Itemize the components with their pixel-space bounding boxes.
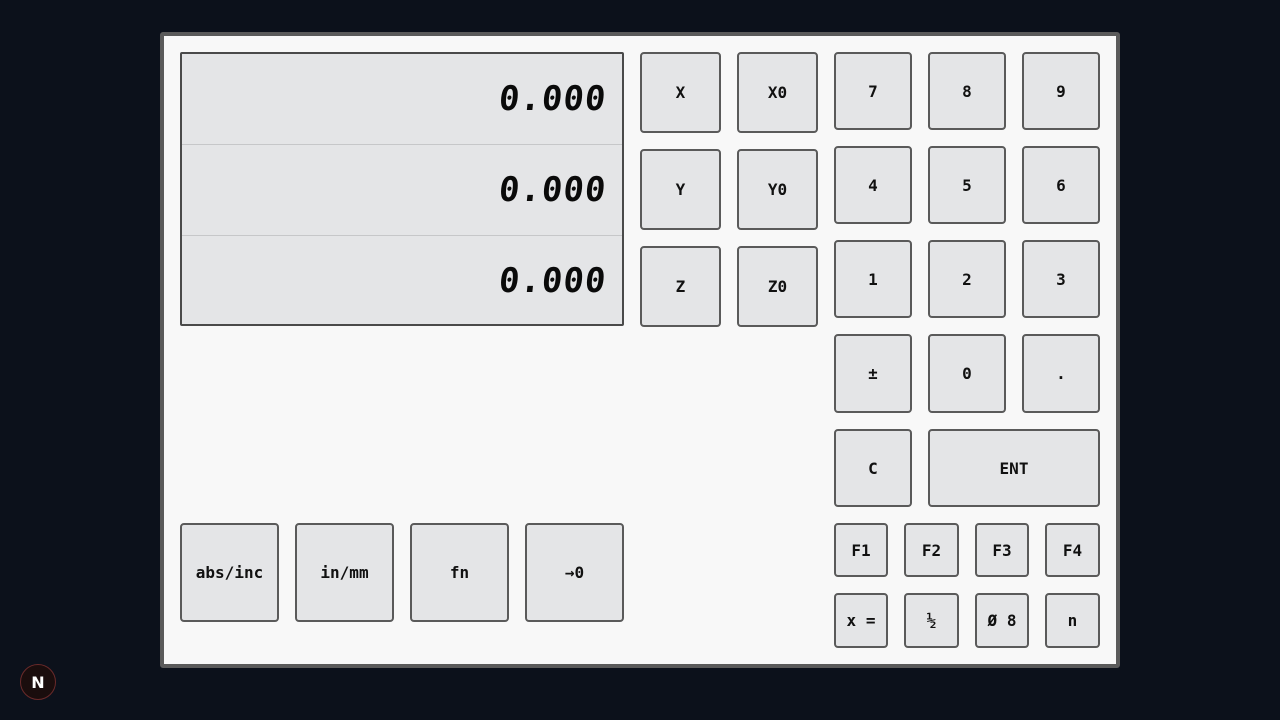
z-readout-row: 0.000 — [182, 236, 622, 326]
key-8[interactable]: 8 — [928, 52, 1006, 130]
key-5[interactable]: 5 — [928, 146, 1006, 224]
z-readout: 0.000 — [496, 261, 609, 301]
app-badge-icon[interactable]: N — [20, 664, 56, 700]
f2-button[interactable]: F2 — [904, 523, 959, 577]
key-7[interactable]: 7 — [834, 52, 912, 130]
y-readout: 0.000 — [496, 170, 609, 210]
y-axis-button[interactable]: Y — [640, 149, 721, 230]
y-readout-row: 0.000 — [182, 145, 622, 236]
decimal-point-button[interactable]: . — [1022, 334, 1100, 413]
abs-inc-button[interactable]: abs/inc — [180, 523, 279, 622]
x-readout-row: 0.000 — [182, 54, 622, 145]
z-axis-button[interactable]: Z — [640, 246, 721, 327]
key-0[interactable]: 0 — [928, 334, 1006, 413]
fn-button[interactable]: fn — [410, 523, 509, 622]
dro-panel: 0.000 0.000 0.000 X X0 Y Y0 Z Z0 7 8 9 4… — [160, 32, 1120, 668]
plus-minus-button[interactable]: ± — [834, 334, 912, 413]
f3-button[interactable]: F3 — [975, 523, 1029, 577]
y-zero-button[interactable]: Y0 — [737, 149, 818, 230]
enter-button[interactable]: ENT — [928, 429, 1100, 507]
key-4[interactable]: 4 — [834, 146, 912, 224]
zero-all-button[interactable]: →0 — [525, 523, 624, 622]
in-mm-button[interactable]: in/mm — [295, 523, 394, 622]
dro-display: 0.000 0.000 0.000 — [180, 52, 624, 326]
x-equals-button[interactable]: x = — [834, 593, 888, 648]
x-axis-button[interactable]: X — [640, 52, 721, 133]
key-2[interactable]: 2 — [928, 240, 1006, 318]
half-button[interactable]: ½ — [904, 593, 959, 648]
key-1[interactable]: 1 — [834, 240, 912, 318]
clear-button[interactable]: C — [834, 429, 912, 507]
key-3[interactable]: 3 — [1022, 240, 1100, 318]
diameter-button[interactable]: Ø 8 — [975, 593, 1029, 648]
z-zero-button[interactable]: Z0 — [737, 246, 818, 327]
x-zero-button[interactable]: X0 — [737, 52, 818, 133]
n-button[interactable]: n — [1045, 593, 1100, 648]
key-9[interactable]: 9 — [1022, 52, 1100, 130]
f4-button[interactable]: F4 — [1045, 523, 1100, 577]
key-6[interactable]: 6 — [1022, 146, 1100, 224]
x-readout: 0.000 — [496, 79, 609, 119]
f1-button[interactable]: F1 — [834, 523, 888, 577]
